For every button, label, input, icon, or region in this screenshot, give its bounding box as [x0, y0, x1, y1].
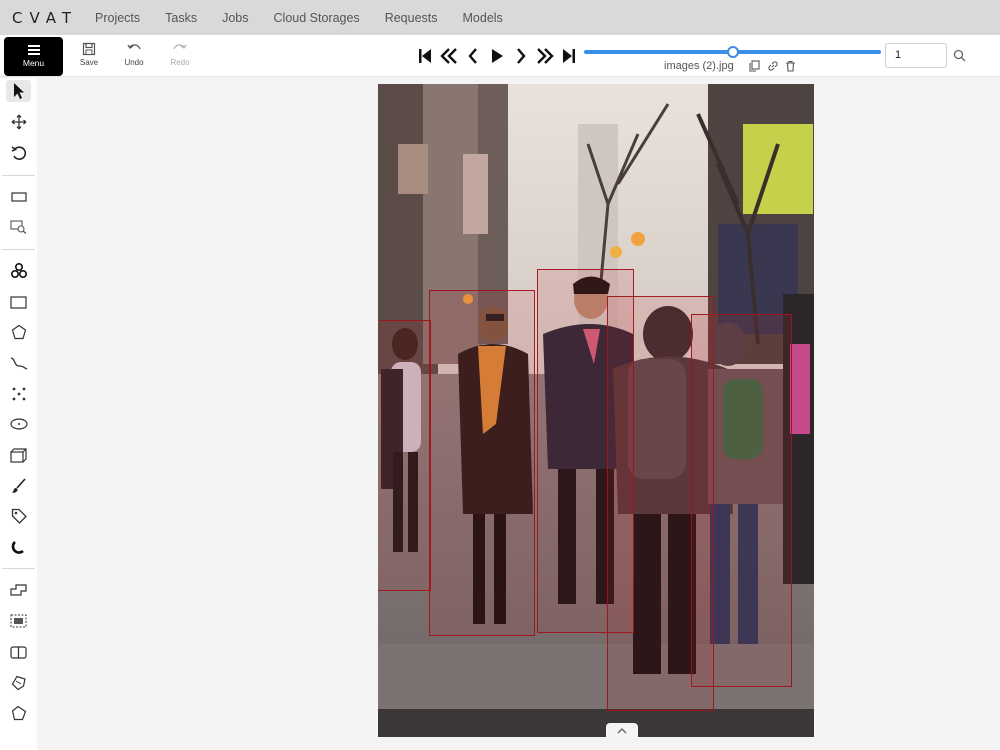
nav-projects[interactable]: Projects [95, 11, 140, 25]
link-icon[interactable] [766, 59, 780, 73]
play-icon [492, 49, 503, 63]
backward-step-button[interactable] [437, 46, 461, 66]
zoom-region-button[interactable] [6, 216, 31, 238]
save-icon [82, 42, 96, 56]
rotate-icon [11, 146, 26, 160]
sidebar-divider [2, 249, 35, 250]
search-icon[interactable] [953, 49, 967, 63]
next-frame-button[interactable] [509, 46, 533, 66]
ai-tools-button[interactable] [6, 260, 31, 282]
cursor-icon [13, 83, 24, 99]
split-icon [10, 645, 27, 659]
draw-rectangle-button[interactable] [6, 291, 31, 313]
draw-ellipse-button[interactable] [6, 413, 31, 435]
forward-step-button[interactable] [533, 46, 557, 66]
nav-models[interactable]: Models [463, 11, 503, 25]
draw-points-button[interactable] [6, 383, 31, 405]
draw-cuboid-button[interactable] [6, 444, 31, 466]
chevron-up-icon [617, 728, 627, 734]
move-tool-button[interactable] [6, 111, 31, 133]
annotation-header: Menu Save Undo Redo images (2).jpg 1 [0, 35, 1000, 77]
save-button[interactable]: Save [72, 42, 106, 67]
setup-tag-button[interactable] [6, 505, 31, 527]
tag-icon [11, 508, 27, 524]
sidebar-divider [2, 568, 35, 569]
split-track-button[interactable] [6, 641, 31, 663]
bbox-person[interactable] [691, 314, 792, 687]
join-icon [11, 675, 26, 691]
nav-requests[interactable]: Requests [385, 11, 438, 25]
controls-sidebar [0, 78, 37, 750]
last-frame-button[interactable] [557, 46, 581, 66]
bbox-person[interactable] [429, 290, 535, 636]
frame-slider[interactable] [584, 46, 881, 58]
fit-icon [10, 192, 27, 202]
nav-tasks[interactable]: Tasks [165, 11, 197, 25]
group-shapes-button[interactable] [6, 610, 31, 632]
frame-filename: images (2).jpg [664, 60, 734, 72]
double-chevron-right-icon [537, 48, 554, 64]
play-button[interactable] [485, 46, 509, 66]
redo-icon [173, 44, 187, 50]
polyline-icon [10, 357, 27, 370]
draw-polygon-button[interactable] [6, 321, 31, 343]
join-shapes-button[interactable] [6, 672, 31, 694]
filename-row: images (2).jpg [664, 59, 798, 73]
chevron-right-icon [517, 48, 526, 64]
first-frame-icon [419, 49, 431, 63]
undo-button[interactable]: Undo [117, 42, 151, 67]
slice-shape-button[interactable] [6, 702, 31, 724]
previous-frame-button[interactable] [461, 46, 485, 66]
fit-image-button[interactable] [6, 186, 31, 208]
merge-icon [10, 584, 27, 596]
undo-icon [127, 44, 141, 50]
points-icon [12, 387, 25, 401]
copy-icon[interactable] [748, 59, 762, 73]
redo-button[interactable]: Redo [163, 42, 197, 67]
nav-jobs[interactable]: Jobs [222, 11, 248, 25]
cvat-logo[interactable]: CVAT [12, 9, 82, 27]
cursor-tool-button[interactable] [6, 80, 31, 102]
group-icon [10, 614, 27, 628]
zoom-region-icon [10, 220, 27, 234]
menu-button[interactable]: Menu [4, 37, 63, 76]
rectangle-icon [10, 295, 27, 309]
first-frame-button[interactable] [413, 46, 437, 66]
draw-polyline-button[interactable] [6, 352, 31, 374]
slider-handle[interactable] [726, 46, 739, 58]
slice-icon [11, 705, 26, 721]
frame-image[interactable] [378, 84, 814, 737]
rotate-tool-button[interactable] [6, 142, 31, 164]
polygon-icon [11, 324, 26, 340]
ellipse-icon [9, 418, 28, 430]
chevron-left-icon [468, 48, 477, 64]
magnet-icon [11, 541, 24, 554]
player-controls [413, 46, 581, 66]
double-chevron-left-icon [440, 48, 457, 64]
merge-shapes-button[interactable] [6, 579, 31, 601]
menu-label: Menu [22, 58, 45, 68]
bbox-person[interactable] [378, 320, 431, 591]
top-navigation: CVAT Projects Tasks Jobs Cloud Storages … [0, 0, 1000, 35]
opencv-tools-button[interactable] [6, 536, 31, 558]
cuboid-icon [10, 447, 27, 463]
nav-cloud-storages[interactable]: Cloud Storages [274, 11, 360, 25]
last-frame-icon [563, 49, 575, 63]
draw-mask-button[interactable] [6, 475, 31, 497]
delete-icon[interactable] [784, 59, 798, 73]
undo-label: Undo [124, 58, 144, 67]
frame-number-input[interactable]: 1 [885, 43, 947, 68]
ai-tools-icon [10, 262, 27, 279]
hamburger-icon [27, 45, 40, 55]
brush-icon [11, 478, 26, 493]
sidebar-divider [2, 175, 35, 176]
move-icon [11, 114, 26, 130]
collapse-panel-button[interactable] [606, 723, 638, 738]
save-label: Save [79, 58, 99, 67]
redo-label: Redo [170, 58, 190, 67]
